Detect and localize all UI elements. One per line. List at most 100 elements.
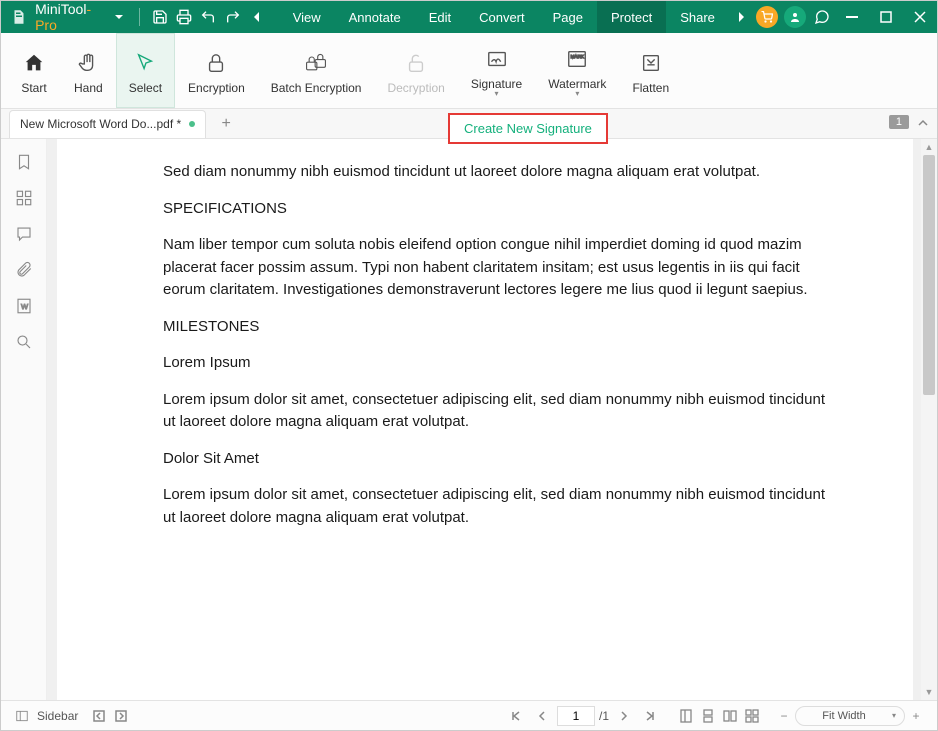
page-badge: 1 [889, 115, 909, 129]
brand-dropdown[interactable] [107, 1, 131, 33]
thumbnails-button[interactable] [9, 183, 39, 213]
svg-text:MARK: MARK [571, 54, 584, 59]
new-tab-button[interactable]: + [214, 112, 238, 136]
print-button[interactable] [172, 1, 196, 33]
view-single-page[interactable] [676, 706, 696, 726]
next-page-button[interactable] [613, 705, 635, 727]
ribbon-start[interactable]: Start [7, 33, 61, 108]
ribbon-decryption: Decryption [374, 33, 457, 108]
status-bar: Sidebar /1 − Fit Width ▾ + [1, 700, 937, 730]
chevron-down-icon: ▾ [892, 711, 896, 720]
flatten-icon [637, 49, 665, 77]
signature-icon [483, 45, 511, 73]
window-maximize[interactable] [869, 1, 903, 33]
scroll-track[interactable] [921, 155, 937, 684]
ribbon-decryption-label: Decryption [387, 81, 444, 95]
sidebar-label: Sidebar [37, 709, 78, 723]
ribbon-select-label: Select [129, 81, 162, 95]
main-menu: View Annotate Edit Convert Page Protect … [279, 1, 729, 33]
vertical-scrollbar[interactable]: ▲ ▼ [921, 139, 937, 700]
section-heading: MILESTONES [163, 316, 833, 339]
collapse-ribbon-button[interactable] [917, 117, 929, 129]
left-sidebar: W [1, 139, 47, 700]
menu-view[interactable]: View [279, 1, 335, 33]
zoom-fit-dropdown[interactable]: Fit Width ▾ [795, 706, 905, 726]
ribbon-signature[interactable]: Signature ▾ [458, 33, 535, 108]
main-area: W Sed diam nonummy nibh euismod tincidun… [1, 139, 937, 700]
menu-scroll-left[interactable] [245, 1, 269, 33]
window-minimize[interactable] [835, 1, 869, 33]
total-pages-label: /1 [599, 709, 609, 723]
document-tab[interactable]: New Microsoft Word Do...pdf * [9, 110, 206, 138]
window-close[interactable] [903, 1, 937, 33]
svg-text:W: W [21, 302, 29, 311]
user-icon[interactable] [784, 6, 806, 28]
ribbon-flatten[interactable]: Flatten [619, 33, 682, 108]
body-text: Nam liber tempor cum soluta nobis eleife… [163, 234, 833, 302]
menu-edit[interactable]: Edit [415, 1, 465, 33]
title-right-icons [753, 1, 937, 33]
nav-prev-view[interactable] [88, 705, 110, 727]
view-two-page[interactable] [720, 706, 740, 726]
menu-convert[interactable]: Convert [465, 1, 539, 33]
view-grid[interactable] [742, 706, 762, 726]
save-button[interactable] [148, 1, 172, 33]
menu-annotate[interactable]: Annotate [335, 1, 415, 33]
unlock-icon [402, 49, 430, 77]
lock-batch-icon [302, 49, 330, 77]
ribbon-flatten-label: Flatten [632, 81, 669, 95]
cart-icon[interactable] [756, 6, 778, 28]
brand-main: MiniTool [35, 1, 86, 17]
ribbon-watermark[interactable]: MARK Watermark ▾ [535, 33, 619, 108]
last-page-button[interactable] [639, 705, 661, 727]
redo-button[interactable] [221, 1, 245, 33]
ribbon-toolbar: Start Hand Select Encryption Batch Encry… [1, 33, 937, 109]
menu-scroll-right[interactable] [729, 1, 753, 33]
view-continuous[interactable] [698, 706, 718, 726]
search-button[interactable] [9, 327, 39, 357]
prev-page-button[interactable] [531, 705, 553, 727]
bookmarks-button[interactable] [9, 147, 39, 177]
body-text: Dolor Sit Amet [163, 448, 833, 471]
home-icon [20, 49, 48, 77]
ribbon-hand[interactable]: Hand [61, 33, 116, 108]
document-viewport: Sed diam nonummy nibh euismod tincidunt … [47, 139, 937, 700]
ribbon-batch-encryption[interactable]: Batch Encryption [258, 33, 375, 108]
attachments-button[interactable] [9, 255, 39, 285]
lock-icon [202, 49, 230, 77]
zoom-out-button[interactable]: − [774, 706, 794, 726]
create-signature-menu-item[interactable]: Create New Signature [448, 113, 608, 144]
app-logo-icon [7, 4, 31, 30]
chevron-down-icon: ▾ [575, 89, 579, 98]
cursor-icon [131, 49, 159, 77]
body-text: Sed diam nonummy nibh euismod tincidunt … [163, 161, 833, 184]
nav-next-view[interactable] [110, 705, 132, 727]
title-bar: MiniTool-Pro View Annotate Edit Convert … [1, 1, 937, 33]
scroll-down-button[interactable]: ▼ [921, 684, 937, 700]
zoom-in-button[interactable]: + [906, 706, 926, 726]
menu-page[interactable]: Page [539, 1, 597, 33]
scroll-thumb[interactable] [923, 155, 935, 395]
ribbon-select[interactable]: Select [116, 33, 175, 108]
hand-icon [74, 49, 102, 77]
scroll-up-button[interactable]: ▲ [921, 139, 937, 155]
ribbon-batch-encryption-label: Batch Encryption [271, 81, 362, 95]
ribbon-encryption[interactable]: Encryption [175, 33, 258, 108]
chat-icon[interactable] [809, 1, 835, 33]
page-input[interactable] [557, 706, 595, 726]
page-navigator: /1 [505, 705, 661, 727]
comments-button[interactable] [9, 219, 39, 249]
sidebar-toggle-button[interactable] [11, 705, 33, 727]
first-page-button[interactable] [505, 705, 527, 727]
menu-protect[interactable]: Protect [597, 1, 666, 33]
undo-button[interactable] [196, 1, 220, 33]
ribbon-start-label: Start [21, 81, 46, 95]
zoom-fit-label: Fit Width [822, 710, 865, 722]
menu-share[interactable]: Share [666, 1, 729, 33]
section-heading: SPECIFICATIONS [163, 198, 833, 221]
document-tab-label: New Microsoft Word Do...pdf * [20, 117, 181, 131]
create-signature-label: Create New Signature [464, 121, 592, 136]
word-export-button[interactable]: W [9, 291, 39, 321]
document-page[interactable]: Sed diam nonummy nibh euismod tincidunt … [57, 139, 913, 700]
body-text: Lorem ipsum dolor sit amet, consectetuer… [163, 484, 833, 529]
